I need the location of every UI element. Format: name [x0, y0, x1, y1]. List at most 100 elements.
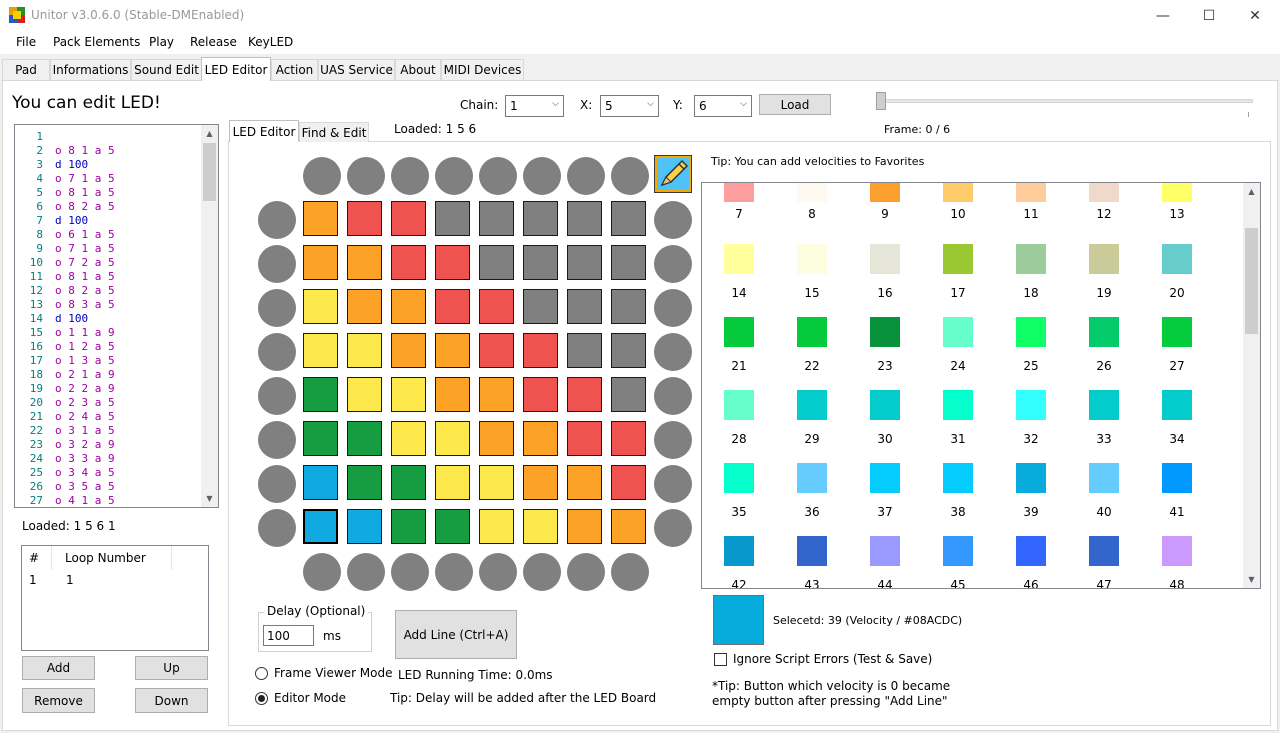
- led-pad[interactable]: [567, 377, 602, 412]
- led-pad[interactable]: [479, 377, 514, 412]
- led-pad[interactable]: [479, 421, 514, 456]
- palette-swatch[interactable]: [943, 463, 973, 493]
- code-line[interactable]: 7 d 100: [15, 214, 201, 228]
- tab-inner-find-edit[interactable]: Find & Edit: [299, 122, 369, 142]
- code-line[interactable]: 16 o 1 2 a 5: [15, 340, 201, 354]
- palette-swatch[interactable]: [870, 183, 900, 202]
- bottom-round-button[interactable]: [523, 553, 561, 591]
- code-line[interactable]: 20 o 2 3 a 5: [15, 396, 201, 410]
- palette-swatch[interactable]: [1016, 244, 1046, 274]
- right-round-button[interactable]: [654, 421, 692, 459]
- load-button[interactable]: Load: [759, 94, 831, 115]
- pencil-icon[interactable]: [654, 155, 692, 193]
- add-line-button[interactable]: Add Line (Ctrl+A): [395, 610, 517, 659]
- led-pad[interactable]: [523, 421, 558, 456]
- delay-input[interactable]: [263, 625, 314, 646]
- palette-swatch[interactable]: [1016, 183, 1046, 202]
- palette-swatch[interactable]: [1089, 463, 1119, 493]
- bottom-round-button[interactable]: [347, 553, 385, 591]
- menu-release[interactable]: Release: [190, 35, 237, 49]
- palette-swatch[interactable]: [1089, 390, 1119, 420]
- led-pad[interactable]: [567, 421, 602, 456]
- menu-keyled[interactable]: KeyLED: [248, 35, 293, 49]
- bottom-round-button[interactable]: [479, 553, 517, 591]
- x-select[interactable]: 5 ⌵: [600, 95, 659, 117]
- bottom-round-button[interactable]: [611, 553, 649, 591]
- code-line[interactable]: 8 o 6 1 a 5: [15, 228, 201, 242]
- add-button[interactable]: Add: [22, 656, 95, 680]
- code-line[interactable]: 22 o 3 1 a 5: [15, 424, 201, 438]
- led-pad[interactable]: [479, 245, 514, 280]
- led-pad[interactable]: [303, 333, 338, 368]
- tab-pad[interactable]: Pad: [2, 59, 50, 80]
- led-pad[interactable]: [435, 377, 470, 412]
- bottom-round-button[interactable]: [303, 553, 341, 591]
- palette-swatch[interactable]: [1089, 317, 1119, 347]
- led-pad[interactable]: [391, 289, 426, 324]
- code-line[interactable]: 17 o 1 3 a 5: [15, 354, 201, 368]
- led-pad[interactable]: [611, 509, 646, 544]
- code-line[interactable]: 18 o 2 1 a 9: [15, 368, 201, 382]
- led-pad[interactable]: [303, 201, 338, 236]
- led-pad[interactable]: [303, 421, 338, 456]
- code-line[interactable]: 25 o 3 4 a 5: [15, 466, 201, 480]
- right-round-button[interactable]: [654, 465, 692, 503]
- palette-swatch[interactable]: [724, 183, 754, 202]
- led-pad[interactable]: [567, 289, 602, 324]
- velocity-palette[interactable]: 7 8 9 10 11 12 13 14 15 16 17 18 19 20 21 22 23 24 25 26 27 2…: [701, 182, 1261, 589]
- led-pad[interactable]: [611, 377, 646, 412]
- palette-swatch[interactable]: [724, 390, 754, 420]
- code-line[interactable]: 15 o 1 1 a 9: [15, 326, 201, 340]
- led-pad[interactable]: [347, 377, 382, 412]
- left-round-button[interactable]: [258, 421, 296, 459]
- palette-swatch[interactable]: [870, 390, 900, 420]
- led-pad[interactable]: [347, 509, 382, 544]
- led-pad[interactable]: [479, 289, 514, 324]
- led-pad[interactable]: [567, 245, 602, 280]
- top-round-button[interactable]: [523, 157, 561, 195]
- loop-row-value[interactable]: 1: [66, 573, 74, 587]
- frame-slider-track[interactable]: [879, 99, 1253, 103]
- palette-swatch[interactable]: [1016, 463, 1046, 493]
- right-round-button[interactable]: [654, 377, 692, 415]
- menu-file[interactable]: File: [16, 35, 36, 49]
- palette-swatch[interactable]: [943, 317, 973, 347]
- led-pad[interactable]: [347, 333, 382, 368]
- up-button[interactable]: Up: [135, 656, 208, 680]
- palette-swatch[interactable]: [797, 390, 827, 420]
- scroll-down-icon[interactable]: ▼: [1243, 571, 1260, 588]
- right-round-button[interactable]: [654, 201, 692, 239]
- minimize-icon[interactable]: —: [1140, 0, 1186, 32]
- tab-midi-devices[interactable]: MIDI Devices: [441, 59, 524, 80]
- palette-swatch[interactable]: [1162, 317, 1192, 347]
- palette-swatch[interactable]: [943, 390, 973, 420]
- led-pad[interactable]: [479, 509, 514, 544]
- close-icon[interactable]: ✕: [1232, 0, 1278, 32]
- code-line[interactable]: 19 o 2 2 a 9: [15, 382, 201, 396]
- palette-swatch[interactable]: [943, 536, 973, 566]
- palette-swatch[interactable]: [870, 244, 900, 274]
- led-pad[interactable]: [303, 289, 338, 324]
- led-pad[interactable]: [391, 421, 426, 456]
- chain-select[interactable]: 1 ⌵: [505, 95, 564, 117]
- code-line[interactable]: 3 d 100: [15, 158, 201, 172]
- led-pad[interactable]: [479, 333, 514, 368]
- led-pad[interactable]: [391, 245, 426, 280]
- code-line[interactable]: 21 o 2 4 a 5: [15, 410, 201, 424]
- tab-action[interactable]: Action: [271, 59, 318, 80]
- led-pad[interactable]: [523, 201, 558, 236]
- top-round-button[interactable]: [611, 157, 649, 195]
- tab-uas-service[interactable]: UAS Service: [318, 59, 395, 80]
- led-pad[interactable]: [347, 465, 382, 500]
- led-pad[interactable]: [435, 245, 470, 280]
- code-line[interactable]: 9 o 7 1 a 5: [15, 242, 201, 256]
- palette-swatch[interactable]: [943, 183, 973, 202]
- bottom-round-button[interactable]: [567, 553, 605, 591]
- led-pad[interactable]: [567, 509, 602, 544]
- palette-swatch[interactable]: [724, 244, 754, 274]
- code-line[interactable]: 2 o 8 1 a 5: [15, 144, 201, 158]
- led-pad[interactable]: [303, 465, 338, 500]
- led-pad[interactable]: [435, 509, 470, 544]
- ignore-errors-label[interactable]: Ignore Script Errors (Test & Save): [733, 652, 932, 666]
- left-round-button[interactable]: [258, 289, 296, 327]
